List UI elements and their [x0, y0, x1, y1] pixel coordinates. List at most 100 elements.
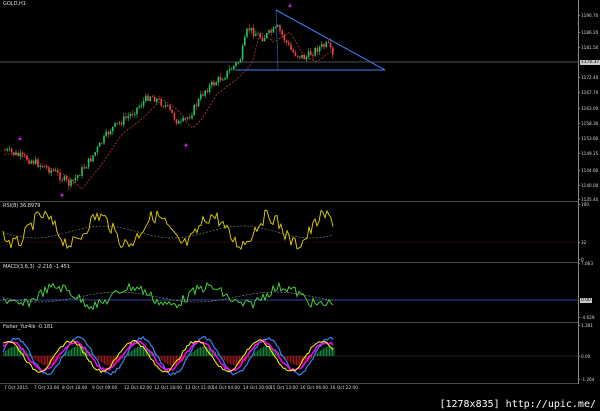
candle-body [79, 175, 81, 177]
candle-body [6, 149, 8, 151]
candle-body [8, 148, 11, 150]
candle-body [118, 122, 121, 124]
price-axis-tick: 1167.70 [577, 90, 599, 95]
candle-body [103, 135, 105, 144]
candle-body [26, 155, 28, 161]
candle-body [279, 25, 281, 31]
candle-body [112, 126, 114, 132]
candle-body [59, 172, 61, 181]
candle-body [4, 150, 6, 151]
candle-body [184, 118, 187, 119]
rsi-axis-tick: 100 [578, 202, 589, 207]
rsi-panel[interactable]: RSI(8) 36.8979 [0, 202, 578, 263]
candle-body [116, 122, 118, 124]
candle-body [217, 77, 220, 83]
candle-body [43, 166, 46, 168]
candle-body [321, 44, 323, 47]
candle-body [123, 116, 125, 125]
candle-body [32, 161, 35, 164]
candle-body [10, 148, 13, 153]
candle-body [307, 51, 310, 57]
candle-body [206, 90, 209, 92]
candle-body [24, 154, 26, 156]
fractal-arrow-icon [18, 138, 22, 141]
candle-body [233, 65, 235, 70]
candle-body [138, 106, 140, 108]
macd-axis-tick: 7.063 [578, 261, 593, 266]
candle-body [68, 179, 70, 186]
candle-body [96, 146, 99, 153]
candle-body [74, 177, 77, 181]
candle-body [90, 158, 92, 162]
candle-body [162, 105, 165, 107]
fisher-axis-tick: 0.00 [577, 354, 591, 359]
time-axis-label: 13 Oct 11:00 [185, 386, 214, 391]
candle-body [303, 54, 305, 60]
candle-body [120, 122, 123, 125]
candle-body [310, 51, 312, 56]
candle-body [140, 105, 143, 107]
candle-body [72, 179, 74, 181]
candle-body [57, 170, 59, 173]
candle-body [189, 117, 191, 119]
candle-body [178, 121, 180, 124]
candle-body [171, 109, 173, 114]
candle-body [153, 96, 156, 102]
macd-panel[interactable]: MACD(3,6,3) -2.216 -1.451 [0, 263, 578, 323]
price-axis-tick: 1149.15 [577, 151, 599, 156]
macd-axis-tick: -4.629 [578, 315, 595, 320]
candle-body [87, 158, 90, 168]
candle-body [248, 28, 250, 31]
candle-body [158, 98, 160, 100]
candle-body [156, 98, 158, 102]
candle-body [332, 47, 334, 55]
candle-body [35, 159, 37, 164]
candle-body [142, 100, 145, 106]
fisher-panel[interactable]: Fisher_Yur4ik -0.181 [0, 323, 578, 384]
time-axis-label: 7 Oct 23:00 [34, 386, 60, 391]
moving-average-line [4, 32, 335, 190]
price-axis: 1190.70 1186.20 1181.50 1176.37 1172.40 1167.… [577, 0, 600, 202]
rsi-axis: 100 32 0 [577, 202, 600, 263]
candle-body [274, 26, 277, 28]
candle-body [219, 77, 222, 81]
candle-body [252, 27, 255, 36]
candle-body [109, 131, 112, 135]
candle-body [105, 131, 107, 136]
candle-body [147, 95, 149, 101]
fisher-axis-tick: 1.361 [578, 323, 593, 328]
candle-body [224, 78, 226, 80]
candle-body [323, 44, 325, 47]
candle-body [263, 37, 266, 42]
candle-body [129, 113, 132, 117]
candle-body [54, 170, 57, 172]
candle-body [48, 167, 50, 173]
candle-body [327, 42, 330, 44]
candle-body [41, 165, 44, 168]
price-chart-panel[interactable]: GOLD,H1 [0, 0, 578, 202]
candle-body [21, 152, 24, 155]
price-axis-tick: 1144.60 [577, 168, 599, 173]
candle-body [17, 152, 19, 156]
price-axis-tick: 1172.40 [577, 75, 599, 80]
time-axis-label: 7 Oct 2015 [4, 386, 28, 391]
candle-body [272, 27, 275, 33]
candle-body [294, 52, 297, 56]
candle-body [70, 179, 72, 186]
rsi-line [2, 209, 334, 251]
candle-body [208, 85, 211, 92]
price-axis-tick: 1186.20 [577, 30, 599, 35]
candle-body [145, 95, 147, 101]
candle-body [204, 90, 206, 96]
candle-body [314, 47, 316, 56]
candle-body [13, 152, 15, 156]
candle-body [63, 176, 66, 181]
candle-body [52, 170, 55, 171]
candle-body [101, 142, 103, 144]
fractal-arrow-icon [288, 5, 292, 8]
candle-body [296, 55, 299, 57]
candle-body [226, 70, 228, 79]
candle-body [30, 161, 33, 164]
candle-body [329, 42, 332, 48]
candle-body [285, 40, 288, 43]
